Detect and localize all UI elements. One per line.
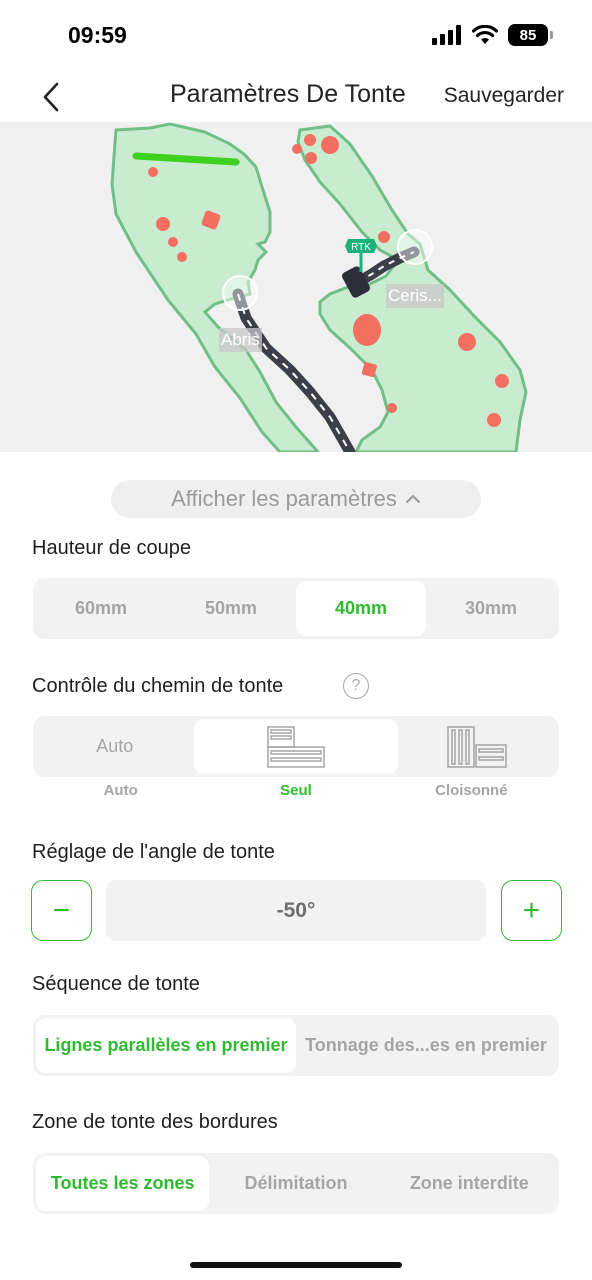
path-control-selector: Auto: [33, 716, 559, 777]
map-canvas: RTK: [110, 122, 528, 452]
obstacle-16: [487, 413, 501, 427]
minus-icon: −: [52, 893, 71, 927]
sequence-option-parallel[interactable]: Lignes parallèles en premier: [36, 1018, 296, 1073]
chevron-up-icon: [405, 494, 420, 503]
cut-height-option-30[interactable]: 30mm: [426, 581, 556, 636]
obstacle-11: [353, 314, 381, 346]
partitioned-path-icon: [447, 725, 507, 768]
cellular-signal-icon: [432, 25, 461, 45]
status-icons: 85: [432, 24, 553, 46]
cut-height-option-60[interactable]: 60mm: [36, 581, 166, 636]
sequence-title: Séquence de tonte: [32, 973, 200, 995]
border-zone-selector: Toutes les zones Délimitation Zone inter…: [33, 1153, 559, 1214]
station-marker-abris[interactable]: [222, 275, 258, 311]
cut-height-option-40[interactable]: 40mm: [296, 581, 426, 636]
obstacle-2: [156, 217, 170, 231]
obstacle-15: [387, 403, 397, 413]
status-bar: 09:59 85: [0, 0, 592, 70]
battery-level: 85: [519, 26, 537, 44]
status-time: 09:59: [68, 22, 127, 48]
path-label-seul: Seul: [280, 782, 312, 799]
lawn-zone-left: [110, 122, 320, 452]
angle-increase-button[interactable]: +: [501, 880, 562, 941]
cut-height-selector: 60mm 50mm 40mm 30mm: [33, 578, 559, 639]
obstacle-8: [292, 144, 302, 154]
back-button[interactable]: [34, 80, 68, 114]
border-zone-title: Zone de tonte des bordures: [32, 1111, 278, 1133]
rtk-label: RTK: [351, 242, 371, 253]
border-zone-option-boundary[interactable]: Délimitation: [209, 1156, 382, 1211]
chevron-left-icon: [43, 82, 59, 112]
obstacle-10: [378, 231, 390, 243]
lawn-map[interactable]: RTK Abris Ceris...: [0, 122, 592, 452]
sequence-option-borders[interactable]: Tonnage des...es en premier: [296, 1018, 556, 1073]
wifi-icon: [472, 25, 498, 44]
map-label-abris: Abris: [219, 328, 262, 352]
show-settings-toggle[interactable]: Afficher les paramètres: [111, 480, 481, 518]
page-title: Paramètres De Tonte: [170, 80, 406, 108]
border-zone-option-forbidden[interactable]: Zone interdite: [383, 1156, 556, 1211]
show-settings-label: Afficher les paramètres: [171, 486, 397, 511]
battery-icon: 85: [508, 24, 553, 46]
path-option-auto-text: Auto: [96, 736, 134, 756]
map-label-ceris: Ceris...: [386, 284, 444, 308]
help-icon[interactable]: ?: [343, 673, 369, 699]
obstacle-9: [305, 152, 317, 164]
path-label-cloisonne: Cloisonné: [435, 782, 508, 799]
path-option-cloisonne[interactable]: [398, 719, 556, 774]
path-label-auto: Auto: [103, 782, 138, 799]
obstacle-12: [458, 333, 476, 351]
station-marker-ceris[interactable]: [397, 229, 433, 265]
obstacle-1: [148, 167, 158, 177]
path-option-seul[interactable]: [193, 719, 399, 774]
cut-height-title: Hauteur de coupe: [32, 537, 192, 559]
obstacle-5: [177, 252, 187, 262]
path-option-auto[interactable]: Auto: [36, 719, 194, 774]
sequence-selector: Lignes parallèles en premier Tonnage des…: [33, 1015, 559, 1076]
angle-title: Réglage de l'angle de tonte: [32, 841, 275, 863]
angle-decrease-button[interactable]: −: [31, 880, 92, 941]
save-button[interactable]: Sauvegarder: [444, 84, 564, 108]
angle-value: -50°: [106, 880, 486, 941]
path-control-labels: Auto Seul Cloisonné: [33, 782, 559, 799]
plus-icon: +: [522, 893, 541, 927]
path-control-title: Contrôle du chemin de tonte: [32, 675, 284, 697]
cut-height-option-50[interactable]: 50mm: [166, 581, 296, 636]
obstacle-7: [321, 136, 339, 154]
home-indicator: [190, 1262, 402, 1268]
obstacle-6: [304, 134, 316, 146]
obstacle-14: [495, 374, 509, 388]
single-path-icon: [267, 725, 325, 768]
obstacle-4: [168, 237, 178, 247]
border-zone-option-all[interactable]: Toutes les zones: [36, 1156, 210, 1211]
nav-header: Paramètres De Tonte Sauvegarder: [0, 70, 592, 122]
